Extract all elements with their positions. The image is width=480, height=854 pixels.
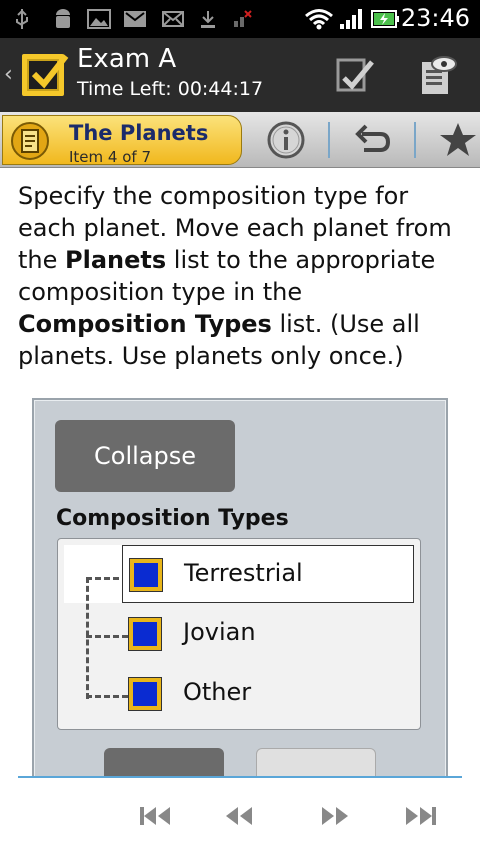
info-icon[interactable] <box>264 118 308 162</box>
exam-title: Exam A <box>77 44 177 74</box>
question-bold-composition-types: Composition Types <box>18 310 272 338</box>
composition-types-label: Composition Types <box>56 506 289 531</box>
undo-icon[interactable] <box>350 118 394 162</box>
gmail-icon <box>122 8 148 30</box>
bottom-divider <box>18 776 462 778</box>
no-signal-icon <box>232 8 252 30</box>
wifi-icon <box>304 8 334 30</box>
tree-connector <box>86 577 89 699</box>
item-toolbar: The Planets Item 4 of 7 <box>0 112 480 168</box>
battery-charging-icon <box>370 8 400 30</box>
collapse-button[interactable]: Collapse <box>55 420 235 492</box>
tree-item-terrestrial[interactable]: Terrestrial <box>122 545 414 603</box>
android-debug-icon <box>50 8 76 30</box>
composition-types-tree: Terrestrial Jovian Other <box>57 538 421 730</box>
app-logo-icon[interactable] <box>20 52 69 98</box>
status-bar: 23:46 <box>0 0 480 38</box>
time-left: Time Left: 00:44:17 <box>77 78 264 100</box>
last-icon[interactable] <box>400 800 440 832</box>
category-checkbox-icon <box>128 617 162 651</box>
tree-item-label: Other <box>183 678 252 706</box>
next-icon[interactable] <box>316 800 356 832</box>
item-subtitle: Item 4 of 7 <box>69 148 151 166</box>
item-list-icon <box>11 122 49 160</box>
first-icon[interactable] <box>136 800 176 832</box>
action-bar: ‹ Exam A Time Left: 00:44:17 <box>0 38 480 112</box>
tree-item-label: Terrestrial <box>184 559 303 587</box>
question-text: Specify the composition type for each pl… <box>18 180 468 372</box>
signal-bars-icon <box>338 8 366 30</box>
question-bold-planets: Planets <box>65 246 167 274</box>
download-icon <box>198 8 218 30</box>
image-icon <box>86 8 112 30</box>
item-header[interactable]: The Planets Item 4 of 7 <box>2 115 242 166</box>
toolbar-divider <box>328 122 330 158</box>
previous-icon[interactable] <box>220 800 260 832</box>
review-notes-icon[interactable] <box>412 50 464 102</box>
star-icon[interactable] <box>436 118 480 162</box>
category-checkbox-icon <box>128 677 162 711</box>
tree-root-area <box>64 545 124 603</box>
mark-check-icon[interactable] <box>330 50 382 102</box>
category-checkbox-icon <box>129 558 163 592</box>
tree-item-jovian[interactable]: Jovian <box>122 605 414 663</box>
status-time: 23:46 <box>400 4 470 32</box>
tree-item-other[interactable]: Other <box>122 665 414 723</box>
usb-icon <box>14 8 30 30</box>
toolbar-divider <box>414 122 416 158</box>
back-chevron-icon[interactable]: ‹ <box>4 62 13 87</box>
tree-item-label: Jovian <box>183 618 256 646</box>
item-title: The Planets <box>69 121 209 145</box>
email-icon <box>160 8 186 30</box>
